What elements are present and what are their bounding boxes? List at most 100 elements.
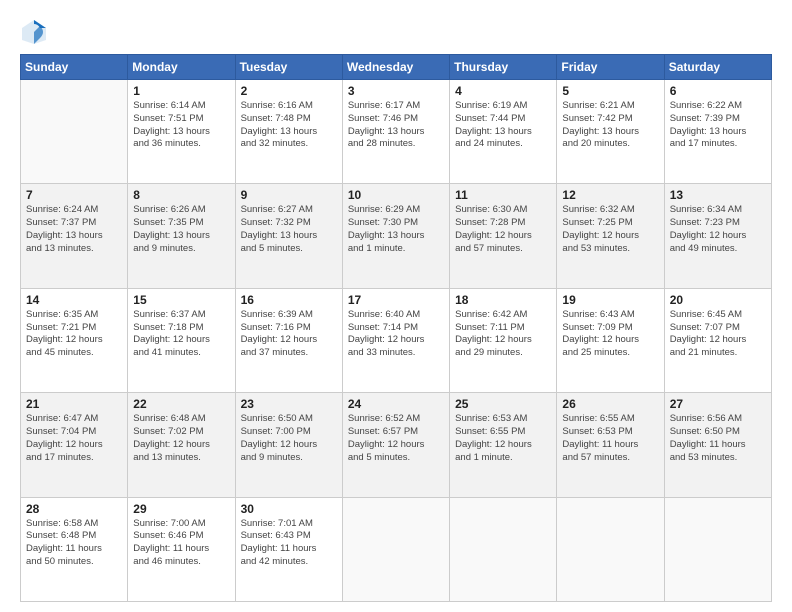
calendar-cell: 9 Sunrise: 6:27 AM Sunset: 7:32 PM Daylig… xyxy=(235,184,342,288)
day-info: Sunrise: 6:27 AM Sunset: 7:32 PM Dayligh… xyxy=(241,204,337,255)
calendar-cell: 7 Sunrise: 6:24 AM Sunset: 7:37 PM Daylig… xyxy=(21,184,128,288)
day-info: Sunrise: 6:48 AM Sunset: 7:02 PM Dayligh… xyxy=(133,413,229,464)
calendar-cell: 4Sunrise: 6:19 AM Sunset: 7:44 PM Daylig… xyxy=(450,80,557,184)
calendar-cell: 2Sunrise: 6:16 AM Sunset: 7:48 PM Daylig… xyxy=(235,80,342,184)
day-number: 8 xyxy=(133,188,229,202)
day-number: 2 xyxy=(241,84,337,98)
day-info: Sunrise: 6:29 AM Sunset: 7:30 PM Dayligh… xyxy=(348,204,444,255)
day-info: Sunrise: 6:35 AM Sunset: 7:21 PM Dayligh… xyxy=(26,309,122,360)
calendar-cell: 25Sunrise: 6:53 AM Sunset: 6:55 PM Dayli… xyxy=(450,393,557,497)
week-row-4: 21 Sunrise: 6:47 AM Sunset: 7:04 PM Dayli… xyxy=(21,393,772,497)
day-info: Sunrise: 6:21 AM Sunset: 7:42 PM Dayligh… xyxy=(562,100,658,151)
week-row-1: 1Sunrise: 6:14 AM Sunset: 7:51 PM Daylig… xyxy=(21,80,772,184)
calendar-cell: 17 Sunrise: 6:40 AM Sunset: 7:14 PM Dayli… xyxy=(342,288,449,392)
day-info: Sunrise: 6:52 AM Sunset: 6:57 PM Dayligh… xyxy=(348,413,444,464)
calendar-cell: 19 Sunrise: 6:43 AM Sunset: 7:09 PM Dayli… xyxy=(557,288,664,392)
day-number: 6 xyxy=(670,84,766,98)
day-info: Sunrise: 7:01 AM Sunset: 6:43 PM Dayligh… xyxy=(241,518,337,569)
calendar-cell: 29Sunrise: 7:00 AM Sunset: 6:46 PM Dayli… xyxy=(128,497,235,601)
page: SundayMondayTuesdayWednesdayThursdayFrid… xyxy=(0,0,792,612)
day-info: Sunrise: 6:24 AM Sunset: 7:37 PM Dayligh… xyxy=(26,204,122,255)
day-info: Sunrise: 6:45 AM Sunset: 7:07 PM Dayligh… xyxy=(670,309,766,360)
calendar-cell xyxy=(342,497,449,601)
day-number: 15 xyxy=(133,293,229,307)
weekday-thursday: Thursday xyxy=(450,55,557,80)
weekday-header-row: SundayMondayTuesdayWednesdayThursdayFrid… xyxy=(21,55,772,80)
day-info: Sunrise: 6:55 AM Sunset: 6:53 PM Dayligh… xyxy=(562,413,658,464)
day-number: 19 xyxy=(562,293,658,307)
day-number: 17 xyxy=(348,293,444,307)
day-number: 29 xyxy=(133,502,229,516)
calendar-cell: 14 Sunrise: 6:35 AM Sunset: 7:21 PM Dayli… xyxy=(21,288,128,392)
weekday-wednesday: Wednesday xyxy=(342,55,449,80)
calendar-cell: 11 Sunrise: 6:30 AM Sunset: 7:28 PM Dayli… xyxy=(450,184,557,288)
calendar-cell: 21 Sunrise: 6:47 AM Sunset: 7:04 PM Dayli… xyxy=(21,393,128,497)
calendar-cell: 13 Sunrise: 6:34 AM Sunset: 7:23 PM Dayli… xyxy=(664,184,771,288)
calendar-cell: 5 Sunrise: 6:21 AM Sunset: 7:42 PM Daylig… xyxy=(557,80,664,184)
day-info: Sunrise: 6:14 AM Sunset: 7:51 PM Dayligh… xyxy=(133,100,229,151)
day-number: 7 xyxy=(26,188,122,202)
day-info: Sunrise: 6:39 AM Sunset: 7:16 PM Dayligh… xyxy=(241,309,337,360)
weekday-monday: Monday xyxy=(128,55,235,80)
day-number: 3 xyxy=(348,84,444,98)
logo-icon xyxy=(20,18,48,46)
calendar-cell: 6 Sunrise: 6:22 AM Sunset: 7:39 PM Daylig… xyxy=(664,80,771,184)
weekday-tuesday: Tuesday xyxy=(235,55,342,80)
day-info: Sunrise: 6:43 AM Sunset: 7:09 PM Dayligh… xyxy=(562,309,658,360)
day-info: Sunrise: 6:58 AM Sunset: 6:48 PM Dayligh… xyxy=(26,518,122,569)
day-number: 5 xyxy=(562,84,658,98)
calendar-cell: 28Sunrise: 6:58 AM Sunset: 6:48 PM Dayli… xyxy=(21,497,128,601)
day-info: Sunrise: 6:40 AM Sunset: 7:14 PM Dayligh… xyxy=(348,309,444,360)
day-number: 20 xyxy=(670,293,766,307)
day-number: 21 xyxy=(26,397,122,411)
day-number: 14 xyxy=(26,293,122,307)
calendar-cell: 24 Sunrise: 6:52 AM Sunset: 6:57 PM Dayli… xyxy=(342,393,449,497)
calendar-cell xyxy=(664,497,771,601)
day-number: 11 xyxy=(455,188,551,202)
calendar: SundayMondayTuesdayWednesdayThursdayFrid… xyxy=(20,54,772,602)
weekday-sunday: Sunday xyxy=(21,55,128,80)
calendar-cell: 18Sunrise: 6:42 AM Sunset: 7:11 PM Dayli… xyxy=(450,288,557,392)
day-info: Sunrise: 6:22 AM Sunset: 7:39 PM Dayligh… xyxy=(670,100,766,151)
day-number: 30 xyxy=(241,502,337,516)
logo xyxy=(20,18,52,46)
day-number: 10 xyxy=(348,188,444,202)
calendar-cell xyxy=(450,497,557,601)
calendar-cell: 30 Sunrise: 7:01 AM Sunset: 6:43 PM Dayli… xyxy=(235,497,342,601)
day-info: Sunrise: 6:26 AM Sunset: 7:35 PM Dayligh… xyxy=(133,204,229,255)
calendar-cell: 26Sunrise: 6:55 AM Sunset: 6:53 PM Dayli… xyxy=(557,393,664,497)
calendar-cell: 8 Sunrise: 6:26 AM Sunset: 7:35 PM Daylig… xyxy=(128,184,235,288)
week-row-2: 7 Sunrise: 6:24 AM Sunset: 7:37 PM Daylig… xyxy=(21,184,772,288)
weekday-saturday: Saturday xyxy=(664,55,771,80)
calendar-cell: 22Sunrise: 6:48 AM Sunset: 7:02 PM Dayli… xyxy=(128,393,235,497)
calendar-cell: 15Sunrise: 6:37 AM Sunset: 7:18 PM Dayli… xyxy=(128,288,235,392)
day-number: 24 xyxy=(348,397,444,411)
calendar-cell: 1Sunrise: 6:14 AM Sunset: 7:51 PM Daylig… xyxy=(128,80,235,184)
day-info: Sunrise: 6:17 AM Sunset: 7:46 PM Dayligh… xyxy=(348,100,444,151)
calendar-cell: 10 Sunrise: 6:29 AM Sunset: 7:30 PM Dayli… xyxy=(342,184,449,288)
day-info: Sunrise: 6:56 AM Sunset: 6:50 PM Dayligh… xyxy=(670,413,766,464)
day-number: 4 xyxy=(455,84,551,98)
week-row-3: 14 Sunrise: 6:35 AM Sunset: 7:21 PM Dayli… xyxy=(21,288,772,392)
header-row xyxy=(20,18,772,46)
week-row-5: 28Sunrise: 6:58 AM Sunset: 6:48 PM Dayli… xyxy=(21,497,772,601)
day-number: 25 xyxy=(455,397,551,411)
day-number: 23 xyxy=(241,397,337,411)
weekday-friday: Friday xyxy=(557,55,664,80)
day-info: Sunrise: 6:42 AM Sunset: 7:11 PM Dayligh… xyxy=(455,309,551,360)
day-number: 12 xyxy=(562,188,658,202)
calendar-cell: 3 Sunrise: 6:17 AM Sunset: 7:46 PM Daylig… xyxy=(342,80,449,184)
day-info: Sunrise: 6:50 AM Sunset: 7:00 PM Dayligh… xyxy=(241,413,337,464)
day-info: Sunrise: 6:30 AM Sunset: 7:28 PM Dayligh… xyxy=(455,204,551,255)
day-number: 27 xyxy=(670,397,766,411)
day-info: Sunrise: 6:34 AM Sunset: 7:23 PM Dayligh… xyxy=(670,204,766,255)
day-info: Sunrise: 6:32 AM Sunset: 7:25 PM Dayligh… xyxy=(562,204,658,255)
day-number: 13 xyxy=(670,188,766,202)
calendar-cell xyxy=(557,497,664,601)
day-number: 16 xyxy=(241,293,337,307)
calendar-cell: 16 Sunrise: 6:39 AM Sunset: 7:16 PM Dayli… xyxy=(235,288,342,392)
day-number: 9 xyxy=(241,188,337,202)
calendar-cell: 27 Sunrise: 6:56 AM Sunset: 6:50 PM Dayli… xyxy=(664,393,771,497)
day-info: Sunrise: 6:47 AM Sunset: 7:04 PM Dayligh… xyxy=(26,413,122,464)
calendar-cell: 23 Sunrise: 6:50 AM Sunset: 7:00 PM Dayli… xyxy=(235,393,342,497)
